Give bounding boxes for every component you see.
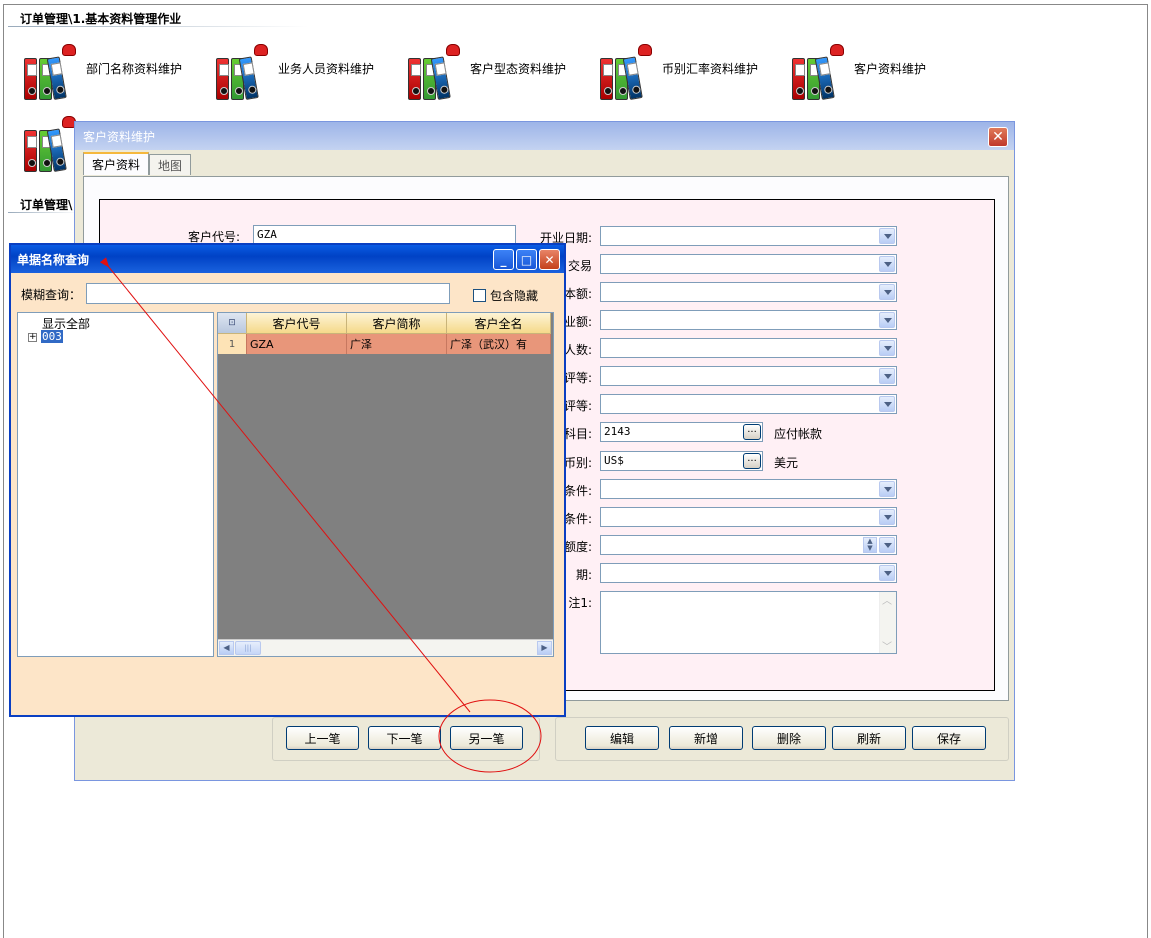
close-button[interactable]: ✕ [988,127,1008,147]
scroll-left-icon[interactable]: ◀ [219,641,234,655]
period-combo[interactable] [600,563,897,583]
maximize-button[interactable]: □ [516,249,537,270]
cell-customer-short[interactable]: 广泽 [347,334,447,354]
chevron-down-icon[interactable] [879,312,895,328]
next-record-button[interactable]: 下一笔 [368,726,441,750]
spinner-icon[interactable]: ▲ ▼ [863,537,877,553]
dialog-title: 客户资料维护 [83,129,156,144]
account-value: 2143 [604,425,631,438]
query-titlebar[interactable]: 单据名称查询 [11,245,564,273]
tab-strip: 客户资料 地图 [83,152,192,175]
module-dept-name[interactable]: 部门名称资料维护 [22,44,182,104]
add-button[interactable]: 新增 [669,726,743,750]
chevron-down-icon[interactable] [879,481,895,497]
lookup-button[interactable]: ... [743,453,761,469]
grid-header: ⊡ 客户代号 客户简称 客户全名 [218,313,551,334]
cell-customer-full[interactable]: 广泽（武汉）有 [447,334,551,354]
document-name-query-dialog: 单据名称查询 _ □ ✕ 模糊查询： 包含隐藏 显示全部 + 003 ⊡ 客户代… [9,243,566,717]
memo-scrollbar[interactable] [879,592,896,653]
lookup-button[interactable]: ... [743,424,761,440]
trade-combo[interactable] [600,254,897,274]
include-hidden-checkbox[interactable] [473,289,486,302]
terms-combo[interactable] [600,479,897,499]
rating2-combo[interactable] [600,394,897,414]
result-grid: ⊡ 客户代号 客户简称 客户全名 1 GZA 广泽 广泽（武汉）有 ◀ ||| … [217,312,554,657]
tree-expander-icon[interactable]: + [28,333,37,342]
module-label: 币别汇率资料维护 [662,61,759,76]
currency-desc: 美元 [774,456,799,470]
query-dialog-title: 单据名称查询 [17,252,90,267]
table-row[interactable]: 1 GZA 广泽 广泽（武汉）有 [218,334,551,354]
edit-button[interactable]: 编辑 [585,726,659,750]
module-customer-type[interactable]: 客户型态资料维护 [406,44,566,104]
refresh-button[interactable]: 刷新 [832,726,906,750]
category-tree: 显示全部 + 003 [17,312,214,657]
section-divider [8,212,78,213]
headcount-combo[interactable] [600,338,897,358]
section-title-basic-data: 订单管理\1.基本资料管理作业 [20,12,182,26]
account-desc: 应付帐款 [774,427,823,441]
module-label: 客户型态资料维护 [470,61,567,76]
grip-icon: ||| [244,644,252,652]
credit-limit-spin[interactable]: ▲ ▼ [600,535,897,555]
tab-customer-data[interactable]: 客户资料 [83,152,150,175]
chevron-down-icon[interactable] [879,228,895,244]
delete-button[interactable]: 删除 [752,726,826,750]
binder-icon [214,44,272,104]
section-title-orders: 订单管理\ [20,198,73,212]
binder-icon [790,44,848,104]
include-hidden-label: 包含隐藏 [490,289,539,303]
note1-memo[interactable] [600,591,897,654]
module-sales-staff[interactable]: 业务人员资料维护 [214,44,374,104]
rating-combo[interactable] [600,366,897,386]
section-divider [8,26,308,27]
account-lookup[interactable]: 2143... [600,422,763,442]
other-record-button[interactable]: 另一笔 [450,726,523,750]
chevron-down-icon[interactable] [879,509,895,525]
cell-customer-code[interactable]: GZA [247,334,347,354]
currency-value: US$ [604,454,624,467]
chevron-down-icon[interactable] [879,340,895,356]
scroll-thumb[interactable]: ||| [235,641,261,655]
binder-icon [406,44,464,104]
column-header-customer-full[interactable]: 客户全名 [447,313,551,334]
chevron-down-icon[interactable] [879,284,895,300]
grid-corner-icon[interactable]: ⊡ [218,313,247,334]
fuzzy-search-input[interactable] [86,283,450,304]
tree-item-003[interactable]: 003 [41,330,63,343]
column-header-customer-short[interactable]: 客户简称 [347,313,447,334]
close-button[interactable]: ✕ [539,249,560,270]
module-label: 客户资料维护 [854,61,927,76]
binder-icon [22,116,80,176]
chevron-down-icon[interactable] [879,256,895,272]
fuzzy-search-label: 模糊查询： [21,288,82,302]
row-number: 1 [218,334,247,354]
revenue-combo[interactable] [600,310,897,330]
scroll-right-icon[interactable]: ▶ [537,641,552,655]
tab-map[interactable]: 地图 [149,154,192,175]
chevron-down-icon[interactable] [879,396,895,412]
binder-icon [22,44,80,104]
dialog-titlebar[interactable]: 客户资料维护 [75,122,1014,150]
minimize-button[interactable]: _ [493,249,514,270]
capital-combo[interactable] [600,282,897,302]
terms2-combo[interactable] [600,507,897,527]
binder-icon [598,44,656,104]
column-header-customer-code[interactable]: 客户代号 [247,313,347,334]
module-currency-rate[interactable]: 币别汇率资料维护 [598,44,758,104]
chevron-down-icon[interactable] [879,368,895,384]
save-button[interactable]: 保存 [912,726,986,750]
chevron-down-icon[interactable] [879,537,895,553]
module-label: 业务人员资料维护 [278,61,375,76]
customer-code-input[interactable]: GZA [253,225,516,245]
open-date-combo[interactable] [600,226,897,246]
currency-lookup[interactable]: US$... [600,451,763,471]
module-partial[interactable] [22,116,80,176]
prev-record-button[interactable]: 上一笔 [286,726,359,750]
horizontal-scrollbar[interactable]: ◀ ||| ▶ [218,639,553,656]
module-customer-data[interactable]: 客户资料维护 [790,44,926,104]
chevron-down-icon[interactable] [879,565,895,581]
module-label: 部门名称资料维护 [86,61,183,76]
